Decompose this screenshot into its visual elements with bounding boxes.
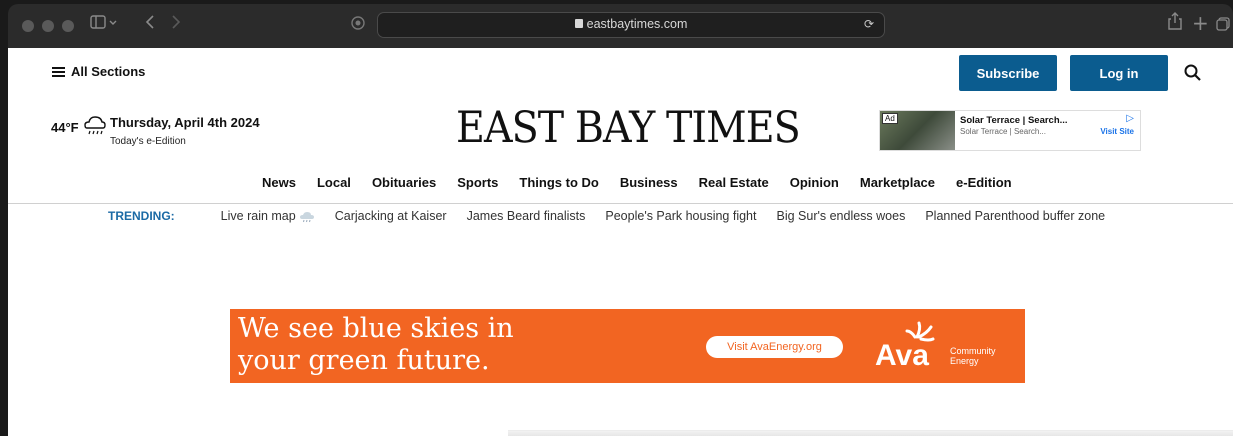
reload-icon[interactable]: ⟳ — [864, 17, 874, 31]
ad-subtitle: Solar Terrace | Search... — [960, 127, 1046, 136]
site-logo[interactable]: EAST BAY TIMES — [456, 103, 801, 153]
ad-image: Ad — [880, 111, 955, 150]
nav-news[interactable]: News — [262, 175, 296, 190]
adchoices-icon[interactable]: ▷ — [1126, 113, 1134, 124]
privacy-shield-icon[interactable] — [350, 14, 366, 38]
nav-things-to-do[interactable]: Things to Do — [519, 175, 598, 190]
banner-brand-subtitle: Community Energy — [950, 346, 996, 366]
ad-title: Solar Terrace | Search... — [960, 115, 1068, 126]
forward-icon[interactable] — [170, 13, 182, 38]
url-text: eastbaytimes.com — [586, 17, 688, 31]
brand-sub-line-2: Energy — [950, 356, 979, 366]
tab-overview-icon[interactable] — [1216, 14, 1230, 38]
trending-bar: TRENDING: Live rain map Carjacking at Ka… — [108, 209, 1105, 223]
minimize-window-button[interactable] — [42, 20, 54, 32]
date-block: Thursday, April 4th 2024 Today's e-Editi… — [110, 115, 260, 147]
trending-item[interactable]: Planned Parenthood buffer zone — [925, 209, 1105, 223]
address-bar[interactable]: eastbaytimes.com ⟳ — [377, 12, 885, 38]
nav-business[interactable]: Business — [620, 175, 678, 190]
trending-item[interactable]: People's Park housing fight — [605, 209, 756, 223]
ad-tag: Ad — [882, 113, 898, 124]
banner-headline-line-1: We see blue skies in — [238, 313, 514, 344]
ava-logo-text: Ava — [875, 339, 929, 369]
trending-item[interactable]: James Beard finalists — [467, 209, 586, 223]
nav-marketplace[interactable]: Marketplace — [860, 175, 935, 190]
subscribe-button[interactable]: Subscribe — [959, 55, 1057, 91]
ava-logo: Ava — [875, 319, 945, 372]
nav-real-estate[interactable]: Real Estate — [699, 175, 769, 190]
banner-headline: We see blue skies in your green future. — [238, 313, 514, 377]
todays-e-edition-link[interactable]: Today's e-Edition — [110, 136, 260, 147]
all-sections-button[interactable]: All Sections — [52, 64, 145, 79]
nav-local[interactable]: Local — [317, 175, 351, 190]
web-page: All Sections Subscribe Log in 44°F Thurs… — [8, 48, 1233, 436]
close-window-button[interactable] — [22, 20, 34, 32]
login-button[interactable]: Log in — [1070, 55, 1168, 91]
new-tab-icon[interactable]: + — [1192, 11, 1209, 35]
weather-widget[interactable]: 44°F — [51, 112, 107, 144]
banner-ad[interactable]: We see blue skies in your green future. … — [230, 309, 1025, 383]
window-controls[interactable] — [22, 20, 74, 32]
banner-headline-line-2: your green future. — [238, 345, 490, 376]
trending-item[interactable]: Live rain map — [221, 209, 315, 223]
trending-item-label: Live rain map — [220, 209, 296, 223]
rain-cloud-icon — [299, 211, 315, 223]
lock-icon — [574, 19, 583, 28]
rain-cloud-icon — [83, 112, 107, 144]
brand-sub-line-1: Community — [950, 346, 996, 356]
nav-e-edition[interactable]: e-Edition — [956, 175, 1012, 190]
nav-opinion[interactable]: Opinion — [790, 175, 839, 190]
trending-item[interactable]: Carjacking at Kaiser — [335, 209, 447, 223]
current-date: Thursday, April 4th 2024 — [110, 115, 260, 130]
sponsored-ad[interactable]: Ad Solar Terrace | Search... Solar Terra… — [879, 110, 1141, 151]
trending-item[interactable]: Big Sur's endless woes — [776, 209, 905, 223]
bottom-panel-edge — [508, 430, 1233, 436]
search-icon[interactable] — [1183, 63, 1203, 83]
nav-sports[interactable]: Sports — [457, 175, 498, 190]
zoom-window-button[interactable] — [62, 20, 74, 32]
share-icon[interactable] — [1168, 12, 1182, 37]
temperature: 44°F — [51, 120, 79, 135]
sidebar-toggle-icon[interactable] — [90, 13, 118, 38]
banner-cta-button[interactable]: Visit AvaEnergy.org — [706, 336, 843, 358]
divider — [8, 203, 1233, 204]
main-nav: News Local Obituaries Sports Things to D… — [262, 175, 1012, 190]
all-sections-label: All Sections — [71, 64, 146, 79]
nav-obituaries[interactable]: Obituaries — [372, 175, 436, 190]
trending-label: TRENDING: — [108, 209, 175, 223]
browser-toolbar: eastbaytimes.com ⟳ + — [8, 4, 1233, 48]
hamburger-icon — [52, 66, 65, 77]
ad-visit-site-link[interactable]: Visit Site — [1100, 127, 1134, 136]
back-icon[interactable] — [144, 13, 156, 38]
